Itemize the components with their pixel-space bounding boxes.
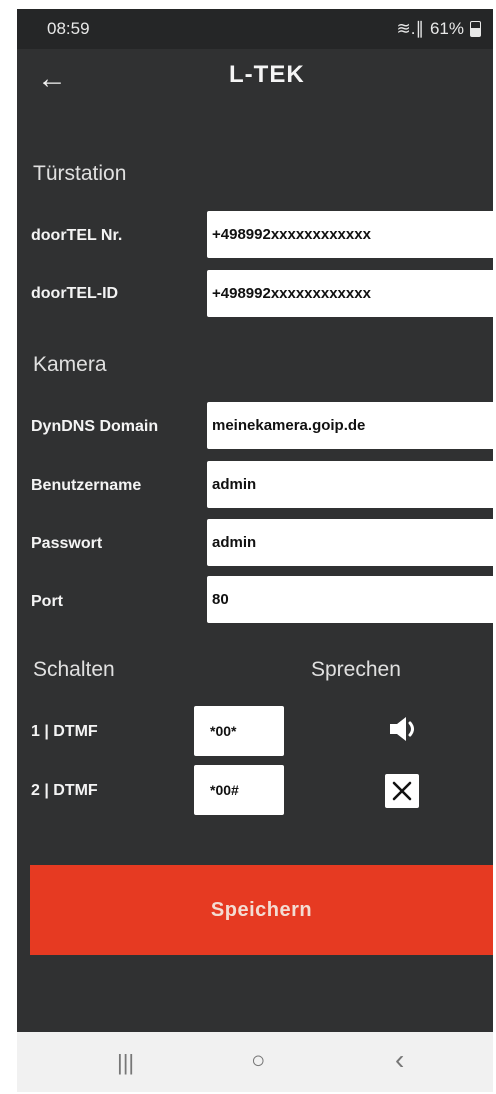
- app-logo: L‑TEK: [229, 61, 305, 88]
- doortel-number-input[interactable]: [207, 211, 493, 258]
- username-input[interactable]: [207, 461, 493, 508]
- status-time: 08:59: [47, 19, 90, 38]
- label-password: Passwort: [31, 535, 103, 552]
- signal-icon: ≋.∥: [396, 19, 424, 38]
- label-doortel-number: doorTEL Nr.: [31, 227, 123, 244]
- back-nav-icon[interactable]: ‹: [395, 1044, 404, 1076]
- system-nav-bar: ||| ○ ‹: [17, 1032, 493, 1092]
- speaker-icon[interactable]: [387, 714, 421, 744]
- label-dyndns-domain: DynDNS Domain: [31, 418, 159, 435]
- battery-icon: [470, 21, 481, 37]
- home-icon[interactable]: ○: [251, 1047, 266, 1075]
- status-indicators: ≋.∥ 61%: [396, 19, 481, 39]
- section-title-door-station: Türstation: [33, 162, 127, 185]
- phone-screen: 08:59 ≋.∥ 61% ← L‑TEK Türstation doorTEL…: [17, 9, 493, 1092]
- section-title-switching: Schalten: [33, 658, 115, 681]
- label-doortel-id: doorTEL-ID: [31, 285, 119, 302]
- back-arrow-icon[interactable]: ←: [37, 64, 67, 94]
- dtmf-2-input[interactable]: [194, 765, 284, 815]
- section-title-camera: Kamera: [33, 353, 107, 376]
- label-dtmf-1: 1 | DTMF: [31, 723, 98, 740]
- status-bar: 08:59 ≋.∥ 61%: [17, 9, 493, 49]
- label-username: Benutzername: [31, 477, 142, 494]
- label-port: Port: [31, 593, 63, 610]
- sprechen-checkbox[interactable]: [385, 774, 419, 808]
- doortel-id-input[interactable]: [207, 270, 493, 317]
- section-title-speaking: Sprechen: [311, 658, 401, 681]
- battery-percent: 61%: [429, 19, 464, 38]
- dyndns-domain-input[interactable]: [207, 402, 493, 449]
- label-dtmf-2: 2 | DTMF: [31, 782, 98, 799]
- port-input[interactable]: [207, 576, 493, 623]
- save-button[interactable]: Speichern: [30, 865, 493, 955]
- password-input[interactable]: [207, 519, 493, 566]
- dtmf-1-input[interactable]: [194, 706, 284, 756]
- recents-icon[interactable]: |||: [117, 1050, 134, 1076]
- x-close-icon: [392, 781, 412, 801]
